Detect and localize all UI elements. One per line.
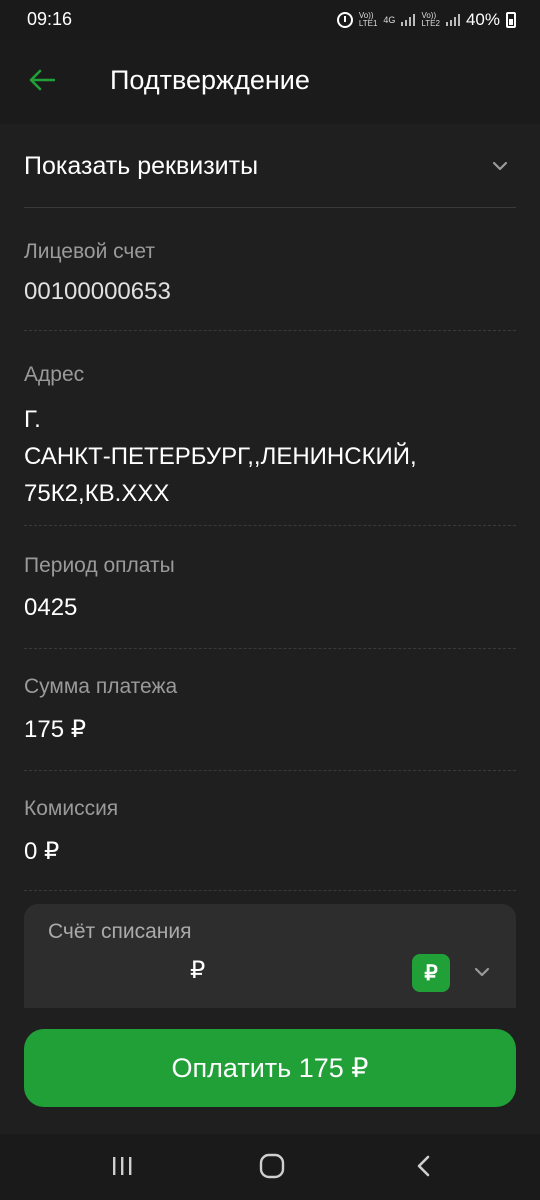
amount-field: Сумма платежа 175 ₽ xyxy=(24,649,516,771)
account-value: 00100000653 xyxy=(24,278,171,305)
chevron-down-icon xyxy=(474,967,490,977)
address-line: Г. xyxy=(24,406,41,433)
back-button[interactable] xyxy=(22,60,62,100)
account-label: Лицевой счет xyxy=(24,240,155,263)
address-field: Адрес Г. САНКТ-ПЕТЕРБУРГ,,ЛЕНИНСКИЙ, 75К… xyxy=(24,331,516,526)
app-bar: Подтверждение xyxy=(0,40,540,124)
confirmation-details: Показать реквизиты Лицевой счет 00100000… xyxy=(0,124,540,1044)
chevron-down-icon xyxy=(492,161,508,171)
account-field: Лицевой счет 00100000653 xyxy=(24,208,516,331)
back-arrow-icon xyxy=(29,69,55,91)
address-label: Адрес xyxy=(24,363,85,386)
battery-percent: 40% xyxy=(465,10,500,29)
home-icon xyxy=(259,1153,285,1179)
battery-icon xyxy=(506,12,516,28)
debit-currency: ₽ xyxy=(190,957,206,984)
commission-value: 0 ₽ xyxy=(24,838,60,865)
alarm-icon xyxy=(336,12,353,28)
recents-icon xyxy=(113,1157,132,1175)
status-bar: 09:16 Vo)) LTE1 4G Vo)) LTE2 40% xyxy=(0,0,540,40)
period-label: Период оплаты xyxy=(24,554,175,577)
sim1-indicator: Vo)) LTE1 xyxy=(358,11,378,28)
pay-button[interactable]: Оплатить 175 ₽ xyxy=(24,1029,516,1107)
debit-title: Счёт списания xyxy=(48,920,192,943)
signal-icon xyxy=(401,14,416,26)
network-type: 4G xyxy=(383,15,396,25)
status-icons: Vo)) LTE1 4G Vo)) LTE2 40% xyxy=(336,9,516,31)
system-nav-bar xyxy=(0,1134,540,1200)
signal-icon xyxy=(445,14,460,26)
ruble-icon: ₽ xyxy=(412,954,450,992)
debit-balance-hidden xyxy=(48,956,188,984)
amount-label: Сумма платежа xyxy=(24,675,178,698)
bottom-panel: Оплатить 175 ₽ xyxy=(0,1008,540,1134)
recents-button[interactable] xyxy=(102,1150,142,1182)
address-line: 75К2,КВ.ХХХ xyxy=(24,480,170,507)
amount-value: 175 ₽ xyxy=(24,716,86,743)
back-icon xyxy=(417,1155,430,1177)
system-back-button[interactable] xyxy=(404,1150,444,1182)
status-time: 09:16 xyxy=(27,9,73,29)
sim2-indicator: Vo)) LTE2 xyxy=(421,11,440,28)
page-title: Подтверждение xyxy=(110,65,310,95)
commission-label: Комиссия xyxy=(24,797,119,820)
commission-field: Комиссия 0 ₽ xyxy=(24,771,516,891)
requisites-label: Показать реквизиты xyxy=(24,152,259,180)
show-requisites-toggle[interactable]: Показать реквизиты xyxy=(24,124,516,208)
period-field: Период оплаты 0425 xyxy=(24,526,516,649)
address-line: САНКТ-ПЕТЕРБУРГ,,ЛЕНИНСКИЙ, xyxy=(24,443,417,470)
period-value: 0425 xyxy=(24,594,78,621)
home-button[interactable] xyxy=(252,1150,292,1182)
